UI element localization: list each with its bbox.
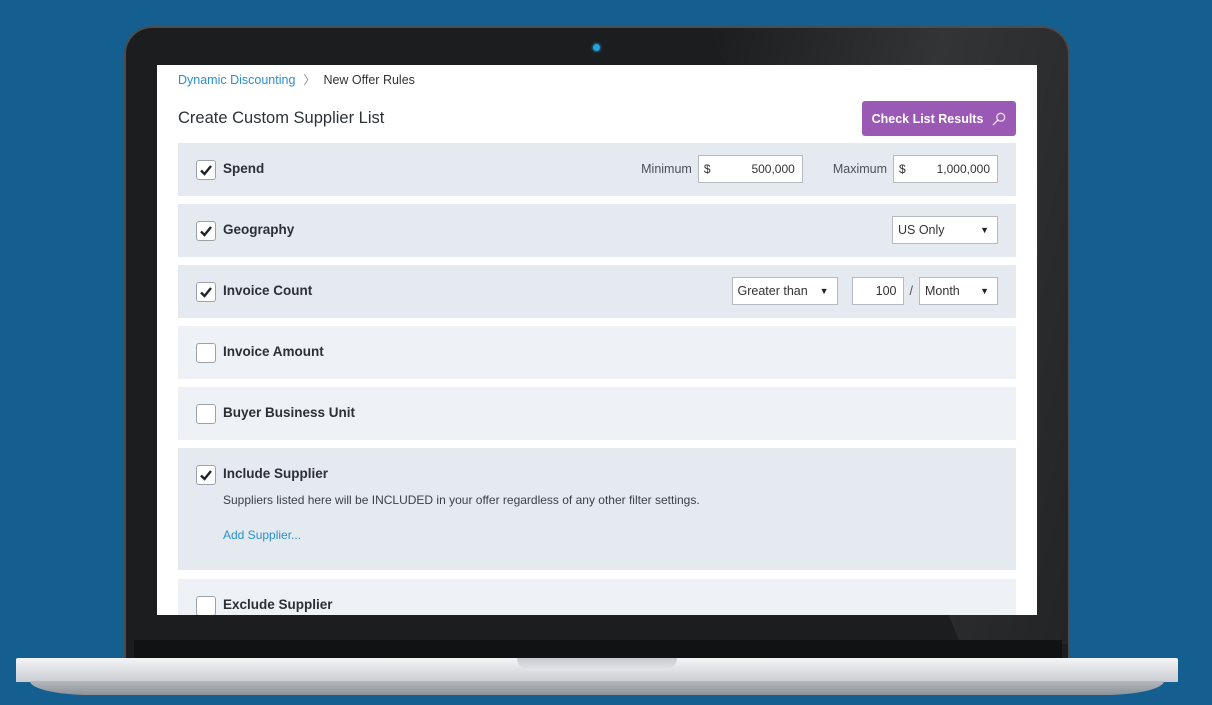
buyer-business-unit-checkbox[interactable] (196, 404, 216, 424)
spend-label: Spend (223, 161, 265, 176)
spend-maximum-value: 1,000,000 (936, 162, 990, 176)
checkmark-icon (200, 287, 212, 298)
breadcrumb-link-dynamic-discounting[interactable]: Dynamic Discounting (178, 73, 295, 87)
breadcrumb-separator-icon: 〉 (303, 73, 316, 87)
include-supplier-label: Include Supplier (223, 466, 329, 481)
geography-controls: US Only ▼ (892, 215, 998, 245)
laptop-base-bottom (30, 681, 1164, 695)
buyer-business-unit-label: Buyer Business Unit (223, 405, 356, 420)
caret-down-icon: ▼ (980, 286, 989, 296)
filter-row-include-supplier: Include Supplier Suppliers listed here w… (178, 448, 1016, 570)
comparator-selected-value: Greater than (737, 284, 808, 298)
spend-maximum-input[interactable]: $ 1,000,000 (893, 155, 998, 183)
check-list-results-label: Check List Results (871, 111, 984, 126)
app-screen: Dynamic Discounting 〉 New Offer Rules Cr… (157, 65, 1037, 615)
geography-label: Geography (223, 222, 295, 237)
checkmark-icon (200, 470, 212, 481)
spend-maximum-label: Maximum (832, 162, 887, 176)
filter-row-spend: Spend Minimum $ 500,000 Maximum $ 1,000,… (178, 143, 1016, 196)
geography-selected-value: US Only (898, 223, 945, 237)
geography-select[interactable]: US Only ▼ (892, 216, 998, 244)
spend-minimum-label: Minimum (641, 162, 692, 176)
search-icon (993, 112, 1006, 125)
laptop-notch (517, 658, 677, 670)
filter-row-buyer-business-unit: Buyer Business Unit (178, 387, 1016, 440)
spend-controls: Minimum $ 500,000 Maximum $ 1,000,000 (641, 154, 998, 184)
spend-minimum-input[interactable]: $ 500,000 (697, 155, 803, 183)
invoice-count-period-select[interactable]: Month ▼ (919, 277, 998, 305)
breadcrumb: Dynamic Discounting 〉 New Offer Rules (178, 71, 415, 88)
per-divider: / (909, 284, 913, 298)
checkmark-icon (200, 165, 212, 176)
add-supplier-link[interactable]: Add Supplier... (223, 528, 301, 542)
filter-row-invoice-amount: Invoice Amount (178, 326, 1016, 379)
invoice-count-label: Invoice Count (223, 283, 313, 298)
spend-checkbox[interactable] (196, 160, 216, 180)
invoice-amount-checkbox[interactable] (196, 343, 216, 363)
exclude-supplier-label: Exclude Supplier (223, 597, 333, 612)
page-title: Create Custom Supplier List (178, 109, 385, 127)
spend-minimum-value: 500,000 (751, 162, 795, 176)
laptop-hinge (134, 640, 1062, 660)
filter-row-exclude-supplier: Exclude Supplier (178, 579, 1016, 615)
breadcrumb-current: New Offer Rules (323, 72, 415, 87)
camera-icon (593, 44, 600, 51)
currency-symbol: $ (703, 162, 711, 176)
include-supplier-checkbox[interactable] (196, 465, 216, 485)
exclude-supplier-checkbox[interactable] (196, 596, 216, 615)
invoice-count-checkbox[interactable] (196, 282, 216, 302)
check-list-results-button[interactable]: Check List Results (862, 101, 1016, 136)
period-selected-value: Month (925, 284, 960, 298)
invoice-amount-label: Invoice Amount (223, 344, 324, 359)
invoice-count-comparator-select[interactable]: Greater than ▼ (731, 277, 838, 305)
caret-down-icon: ▼ (980, 225, 989, 235)
include-supplier-description: Suppliers listed here will be INCLUDED i… (223, 493, 700, 507)
geography-checkbox[interactable] (196, 221, 216, 241)
invoice-count-value-input[interactable]: 100 (851, 277, 904, 305)
filter-row-invoice-count: Invoice Count Greater than ▼ 100 / Month… (178, 265, 1016, 318)
checkmark-icon (200, 226, 212, 237)
filter-row-geography: Geography US Only ▼ (178, 204, 1016, 257)
invoice-count-controls: Greater than ▼ 100 / Month ▼ (731, 276, 998, 306)
currency-symbol: $ (899, 162, 906, 176)
caret-down-icon: ▼ (819, 286, 829, 296)
